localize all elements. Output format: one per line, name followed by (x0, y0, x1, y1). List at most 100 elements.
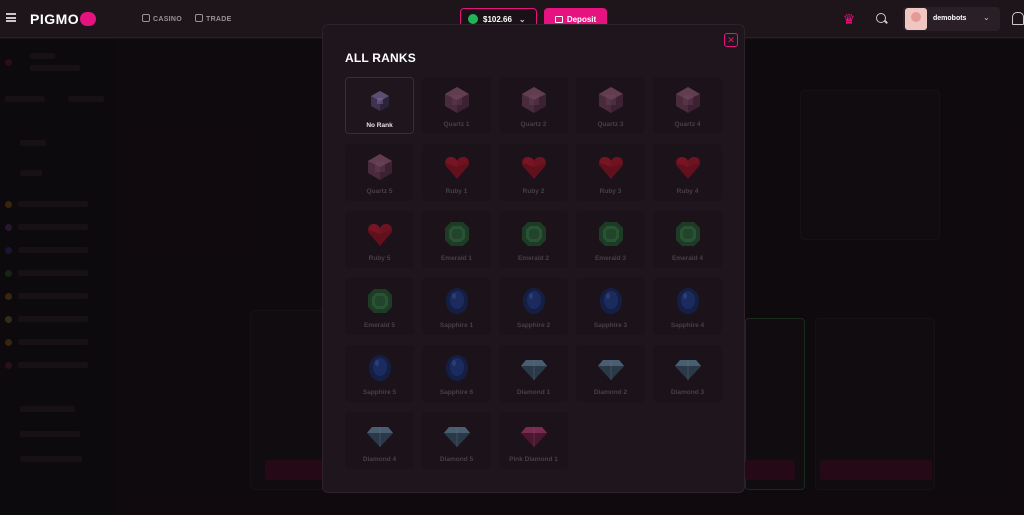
rank-label: Quartz 3 (597, 121, 624, 128)
emerald-icon (365, 286, 395, 316)
ruby-icon (365, 219, 395, 249)
wallet-balance: $102.66 (483, 14, 512, 24)
rank-label: Emerald 1 (440, 255, 473, 262)
nav-casino-label: CASINO (153, 16, 183, 23)
rank-card[interactable]: Diamond 4 (345, 412, 414, 469)
rank-card[interactable]: Quartz 3 (576, 77, 645, 134)
quartz-icon (519, 85, 549, 115)
rank-label: Diamond 5 (439, 456, 474, 463)
nav-trade[interactable]: TRADE (195, 14, 232, 23)
rank-label: Sapphire 3 (593, 322, 628, 329)
rank-card[interactable]: Diamond 3 (653, 345, 722, 402)
rank-card[interactable]: Ruby 4 (653, 144, 722, 201)
rank-label: Quartz 1 (443, 121, 470, 128)
diamond-icon (519, 353, 549, 383)
rank-card[interactable]: Emerald 5 (345, 278, 414, 335)
sapphire-icon (365, 353, 395, 383)
rank-card[interactable]: Sapphire 6 (422, 345, 491, 402)
nav-casino[interactable]: CASINO (142, 14, 182, 23)
rank-label: Ruby 1 (445, 188, 468, 195)
rank-label: Ruby 2 (522, 188, 545, 195)
ruby-icon (519, 152, 549, 182)
menu-icon[interactable] (6, 13, 16, 22)
rank-card[interactable]: Emerald 1 (422, 211, 491, 268)
rank-label: Emerald 2 (517, 255, 550, 262)
rank-card[interactable]: Quartz 4 (653, 77, 722, 134)
rank-card[interactable]: Diamond 1 (499, 345, 568, 402)
rank-card[interactable]: No Rank (345, 77, 414, 134)
rank-label: Quartz 4 (674, 121, 701, 128)
rank-card[interactable]: Emerald 3 (576, 211, 645, 268)
sapphire-icon (442, 286, 472, 316)
diamond-icon (596, 353, 626, 383)
coin-icon (468, 14, 478, 24)
rank-label: Sapphire 4 (670, 322, 705, 329)
casino-icon (142, 14, 150, 22)
logo[interactable]: PIGMO (30, 11, 97, 27)
rank-label: Sapphire 6 (439, 389, 474, 396)
rank-card[interactable]: Sapphire 2 (499, 278, 568, 335)
emerald-icon (442, 219, 472, 249)
rank-card[interactable]: Ruby 3 (576, 144, 645, 201)
rank-card[interactable]: Emerald 2 (499, 211, 568, 268)
rank-card[interactable]: Sapphire 5 (345, 345, 414, 402)
rank-label: Emerald 4 (671, 255, 704, 262)
crown-icon[interactable]: ♛ (840, 10, 858, 28)
quartz-icon (596, 85, 626, 115)
logo-mark-icon (80, 12, 97, 26)
rank-card[interactable]: Diamond 2 (576, 345, 645, 402)
rank-card[interactable]: Quartz 2 (499, 77, 568, 134)
emerald-icon (596, 219, 626, 249)
search-icon[interactable] (872, 10, 890, 28)
bell-icon[interactable] (1012, 12, 1024, 25)
ruby-icon (596, 152, 626, 182)
rank-label: Emerald 3 (594, 255, 627, 262)
rank-label: No Rank (366, 122, 393, 129)
rank-label: Ruby 4 (676, 188, 699, 195)
user-menu[interactable]: demobots ⌄ (903, 7, 1000, 31)
deposit-label: Deposit (566, 14, 597, 24)
sapphire-icon (596, 286, 626, 316)
rank-label: Pink Diamond 1 (509, 456, 558, 463)
rank-card[interactable]: Quartz 1 (422, 77, 491, 134)
quartz-icon (365, 152, 395, 182)
diamond-icon (442, 420, 472, 450)
emerald-icon (519, 219, 549, 249)
quartz-icon (442, 85, 472, 115)
avatar (905, 8, 927, 30)
ranks-modal: ALL RANKS ✕ No Rank Quartz 1 Quartz 2 Quart… (322, 24, 745, 493)
emerald-icon (673, 219, 703, 249)
rank-card[interactable]: Ruby 5 (345, 211, 414, 268)
trade-icon (195, 14, 203, 22)
rank-label: Sapphire 5 (362, 389, 397, 396)
chevron-down-icon: ⌄ (518, 14, 526, 24)
ruby-icon (673, 152, 703, 182)
rank-label: Diamond 2 (593, 389, 628, 396)
rank-card[interactable]: Emerald 4 (653, 211, 722, 268)
rank-label: Quartz 2 (520, 121, 547, 128)
rank-label: Diamond 4 (362, 456, 397, 463)
rank-label: Diamond 3 (670, 389, 705, 396)
rank-card[interactable]: Ruby 2 (499, 144, 568, 201)
rank-card[interactable]: Ruby 1 (422, 144, 491, 201)
username: demobots (933, 15, 967, 22)
rank-card[interactable]: Quartz 5 (345, 144, 414, 201)
rank-card[interactable]: Sapphire 3 (576, 278, 645, 335)
rank-card[interactable]: Diamond 5 (422, 412, 491, 469)
rank-label: Ruby 5 (368, 255, 391, 262)
diamond-icon (673, 353, 703, 383)
logo-text: PIGMO (30, 11, 80, 27)
ruby-icon (442, 152, 472, 182)
quartz-icon (673, 85, 703, 115)
modal-title: ALL RANKS (345, 51, 416, 65)
diamond-icon (365, 420, 395, 450)
rank-card[interactable]: Sapphire 4 (653, 278, 722, 335)
pink-diamond-icon (519, 420, 549, 450)
cube-dark-icon (365, 86, 395, 116)
rank-card[interactable]: Pink Diamond 1 (499, 412, 568, 469)
rank-label: Ruby 3 (599, 188, 622, 195)
rank-label: Sapphire 1 (439, 322, 474, 329)
close-icon[interactable]: ✕ (724, 33, 738, 47)
rank-card[interactable]: Sapphire 1 (422, 278, 491, 335)
rank-label: Emerald 5 (363, 322, 396, 329)
